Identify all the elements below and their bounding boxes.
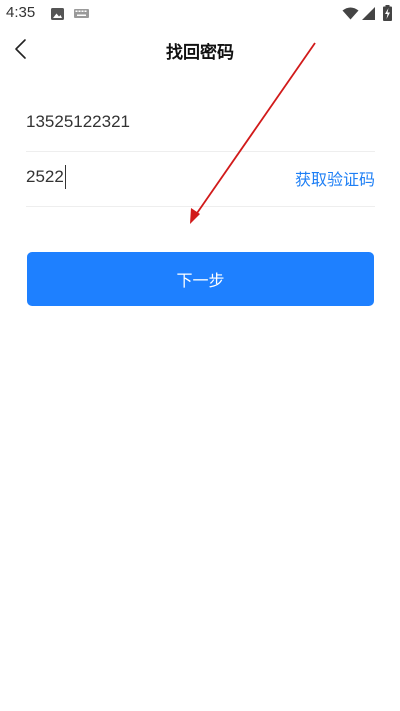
image-notification-icon <box>51 8 64 20</box>
phone-input[interactable] <box>26 110 375 134</box>
status-time: 4:35 <box>6 4 36 21</box>
wifi-icon <box>342 7 359 20</box>
nav-bar: 找回密码 <box>0 28 400 74</box>
status-bar: 4:35 <box>0 0 400 28</box>
code-field-row: 2522 获取验证码 <box>26 151 375 207</box>
code-input[interactable]: 2522 <box>26 165 66 189</box>
cellular-signal-icon <box>362 7 375 20</box>
next-button[interactable]: 下一步 <box>27 252 374 306</box>
battery-charging-icon <box>383 5 392 21</box>
keyboard-icon <box>74 9 89 18</box>
page-title: 找回密码 <box>166 43 234 63</box>
phone-field-row <box>26 96 375 152</box>
get-code-button[interactable]: 获取验证码 <box>295 166 375 190</box>
